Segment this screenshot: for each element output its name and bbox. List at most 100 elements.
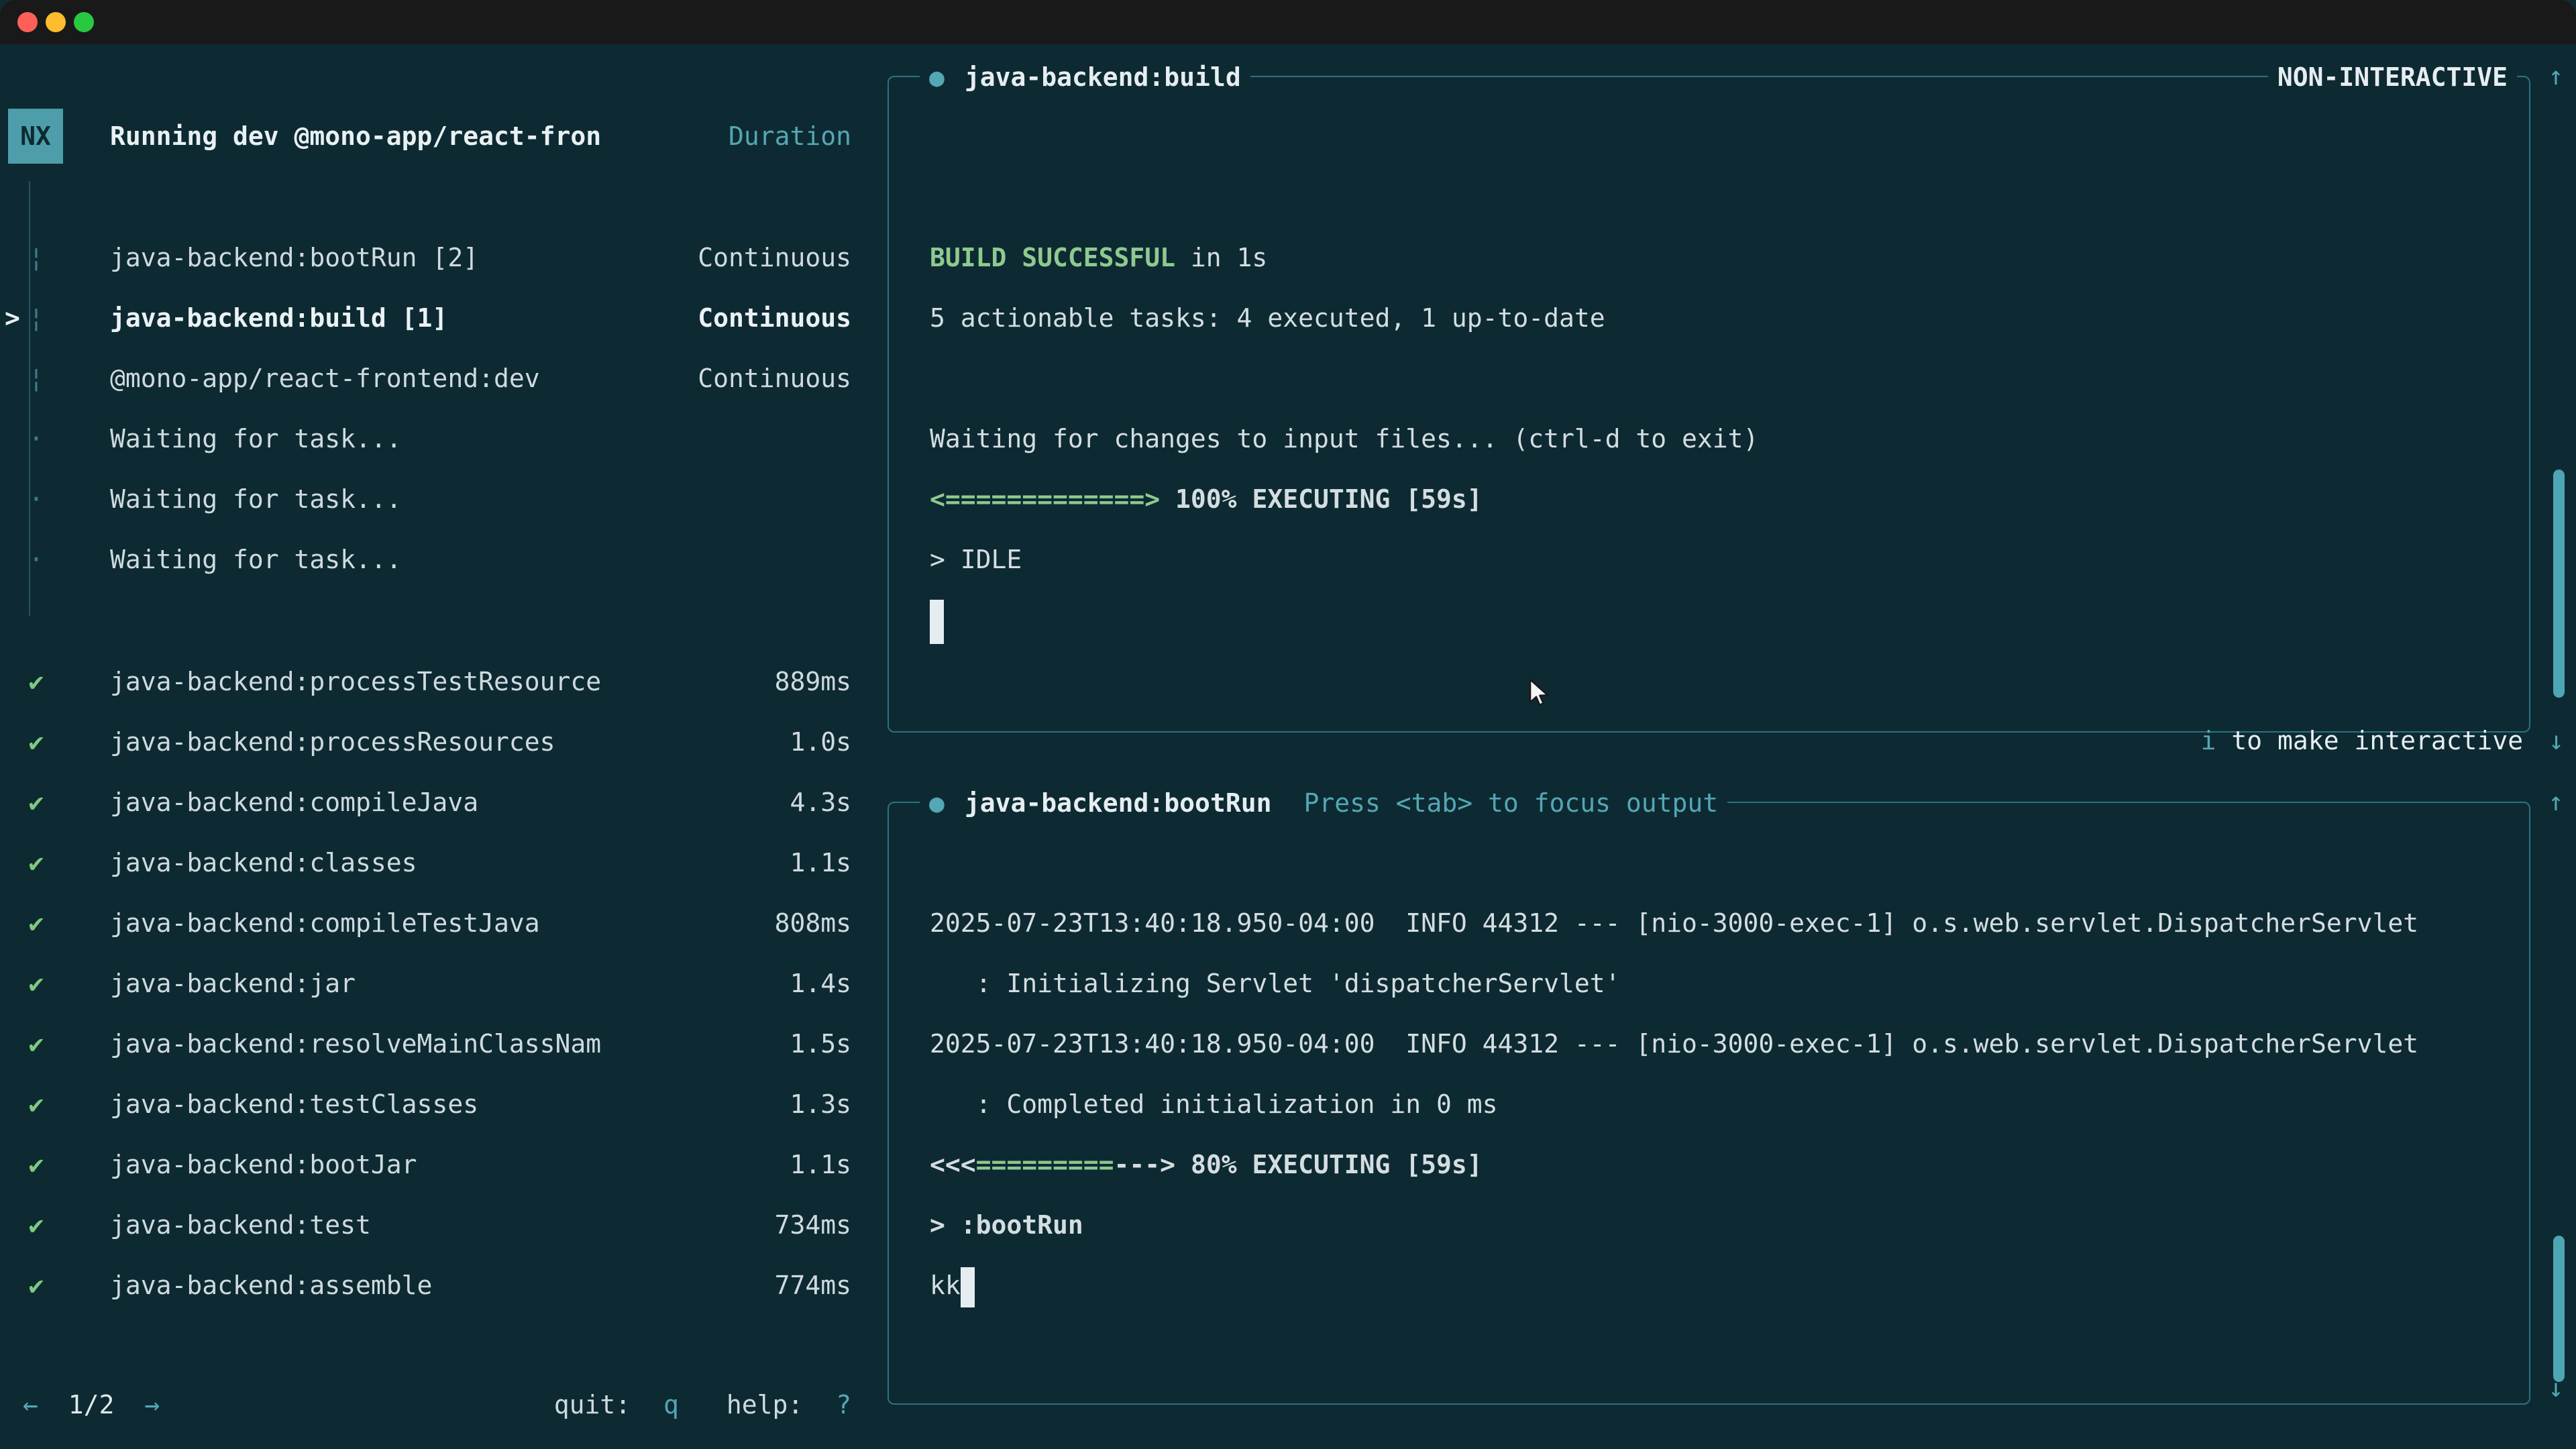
task-name: Waiting for task... [110, 409, 851, 469]
check-icon: ✔ [23, 953, 50, 1014]
task-name: java-backend:bootJar [110, 1134, 790, 1195]
log-line: : Initializing Servlet 'dispatcherServle… [930, 953, 2529, 1014]
check-icon: ✔ [23, 712, 50, 772]
task-name: java-backend:classes [110, 833, 790, 893]
sidebar-footer: ← 1/2 → quit: q help: ? [0, 1375, 888, 1435]
typed-input[interactable]: kk [930, 1271, 961, 1300]
minimize-button[interactable] [46, 12, 66, 32]
build-idle-line: > IDLE [930, 529, 2529, 590]
task-name: java-backend:build [1] [110, 288, 698, 348]
close-button[interactable] [17, 12, 38, 32]
check-icon: ✔ [23, 833, 50, 893]
completed-task-row[interactable]: ✔ java-backend:processResources 1.0s [0, 712, 888, 772]
task-name: @mono-app/react-frontend:dev [110, 348, 698, 409]
task-name: java-backend:bootRun [2] [110, 227, 698, 288]
task-duration: 4.3s [790, 772, 851, 833]
completed-task-row[interactable]: ✔ java-backend:assemble 774ms [0, 1255, 888, 1316]
build-success-text: BUILD SUCCESSFUL [930, 243, 1175, 272]
zoom-button[interactable] [74, 12, 94, 32]
task-duration: 1.4s [790, 953, 851, 1014]
task-duration: 1.1s [790, 1134, 851, 1195]
mouse-cursor [1523, 676, 1555, 714]
waiting-dot-icon: · [23, 409, 50, 469]
check-icon: ✔ [23, 1195, 50, 1255]
task-status: Continuous [698, 288, 851, 348]
task-duration: 808ms [775, 893, 851, 953]
completed-task-row[interactable]: ✔ java-backend:bootJar 1.1s [0, 1134, 888, 1195]
progress-text: 80% EXECUTING [59s] [1175, 1150, 1483, 1179]
completed-task-row[interactable]: ✔ java-backend:compileTestJava 808ms [0, 893, 888, 953]
task-name: Waiting for task... [110, 529, 851, 590]
progress-prefix: <<< [930, 1150, 976, 1179]
quit-label: quit: [554, 1390, 631, 1419]
tree-tick-icon: ¦ [23, 348, 50, 409]
interactive-key[interactable]: i [2201, 710, 2216, 771]
page-next-icon[interactable]: → [144, 1375, 160, 1435]
terminal-cursor [961, 1267, 975, 1307]
task-duration: 1.3s [790, 1074, 851, 1134]
bootrun-output-panel: ● java-backend:bootRun Press <tab> to fo… [888, 802, 2530, 1405]
progress-text: 100% EXECUTING [59s] [1160, 484, 1482, 514]
waiting-dot-icon: · [23, 469, 50, 529]
check-icon: ✔ [23, 1255, 50, 1316]
terminal-cursor [930, 600, 944, 644]
completed-task-row[interactable]: ✔ java-backend:testClasses 1.3s [0, 1074, 888, 1134]
completed-task-row[interactable]: ✔ java-backend:jar 1.4s [0, 953, 888, 1014]
task-row[interactable]: ¦ java-backend:bootRun [2] Continuous [0, 227, 888, 288]
check-icon: ✔ [23, 651, 50, 712]
completed-task-row[interactable]: ✔ java-backend:compileJava 4.3s [0, 772, 888, 833]
completed-task-row[interactable]: ✔ java-backend:resolveMainClassNam 1.5s [0, 1014, 888, 1074]
titlebar [0, 0, 2576, 44]
scroll-up-icon[interactable]: ↑ [2540, 771, 2572, 832]
task-status: Continuous [698, 227, 851, 288]
help-key[interactable]: ? [836, 1390, 851, 1419]
task-duration: 1.1s [790, 833, 851, 893]
terminal-cursor-line [930, 590, 2529, 650]
quit-key[interactable]: q [663, 1390, 679, 1419]
task-name: java-backend:processTestResource [110, 651, 775, 712]
task-name: java-backend:jar [110, 953, 790, 1014]
task-name: java-backend:assemble [110, 1255, 775, 1316]
check-icon: ✔ [23, 1074, 50, 1134]
task-duration: 734ms [775, 1195, 851, 1255]
build-panel-scrollbar[interactable] [2553, 470, 2565, 698]
task-name: java-backend:resolveMainClassNam [110, 1014, 790, 1074]
completed-task-row[interactable]: ✔ java-backend:test 734ms [0, 1195, 888, 1255]
help-keys: quit: q help: ? [554, 1375, 851, 1435]
tree-tick-icon: ¦ [23, 227, 50, 288]
check-icon: ✔ [23, 1014, 50, 1074]
progress-bar: <=============> [930, 484, 1160, 514]
completed-task-list: ✔ java-backend:processTestResource 889ms… [0, 651, 888, 1316]
pagination: ← 1/2 → [23, 1375, 160, 1435]
progress-suffix: ---> [1114, 1150, 1176, 1179]
help-label: help: [727, 1390, 803, 1419]
build-waiting-line: Waiting for changes to input files... (c… [930, 409, 2529, 469]
scroll-down-icon[interactable]: ↓ [2548, 710, 2564, 771]
page-prev-icon[interactable]: ← [23, 1375, 38, 1435]
bootrun-panel-scrollbar[interactable] [2553, 1236, 2565, 1382]
task-row-waiting[interactable]: · Waiting for task... [0, 409, 888, 469]
task-sidebar: NX Running dev @mono-app/react-fron Dura… [0, 44, 888, 1449]
task-row[interactable]: ¦ @mono-app/react-frontend:dev Continuou… [0, 348, 888, 409]
check-icon: ✔ [23, 893, 50, 953]
task-name: java-backend:compileTestJava [110, 893, 775, 953]
scroll-up-icon[interactable]: ↑ [2540, 46, 2572, 106]
blank-line [930, 348, 2529, 409]
task-name: java-backend:test [110, 1195, 775, 1255]
completed-task-row[interactable]: ✔ java-backend:classes 1.1s [0, 833, 888, 893]
bootrun-progress-line: <<<=========---> 80% EXECUTING [59s] [930, 1134, 2529, 1195]
task-duration: 1.5s [790, 1014, 851, 1074]
task-row-waiting[interactable]: · Waiting for task... [0, 469, 888, 529]
build-success-line: BUILD SUCCESSFUL in 1s [930, 227, 2529, 288]
task-row-waiting[interactable]: · Waiting for task... [0, 529, 888, 590]
duration-column-header: Duration [729, 109, 851, 164]
completed-task-row[interactable]: ✔ java-backend:processTestResource 889ms [0, 651, 888, 712]
task-name: java-backend:processResources [110, 712, 790, 772]
build-output: BUILD SUCCESSFUL in 1s 5 actionable task… [889, 77, 2529, 731]
nx-logo: NX [8, 109, 63, 164]
task-name: java-backend:testClasses [110, 1074, 790, 1134]
task-row-selected[interactable]: > ¦ java-backend:build [1] Continuous [0, 288, 888, 348]
build-output-panel: ● java-backend:build NON-INTERACTIVE BUI… [888, 76, 2530, 733]
task-duration: 1.0s [790, 712, 851, 772]
build-summary-line: 5 actionable tasks: 4 executed, 1 up-to-… [930, 288, 2529, 348]
